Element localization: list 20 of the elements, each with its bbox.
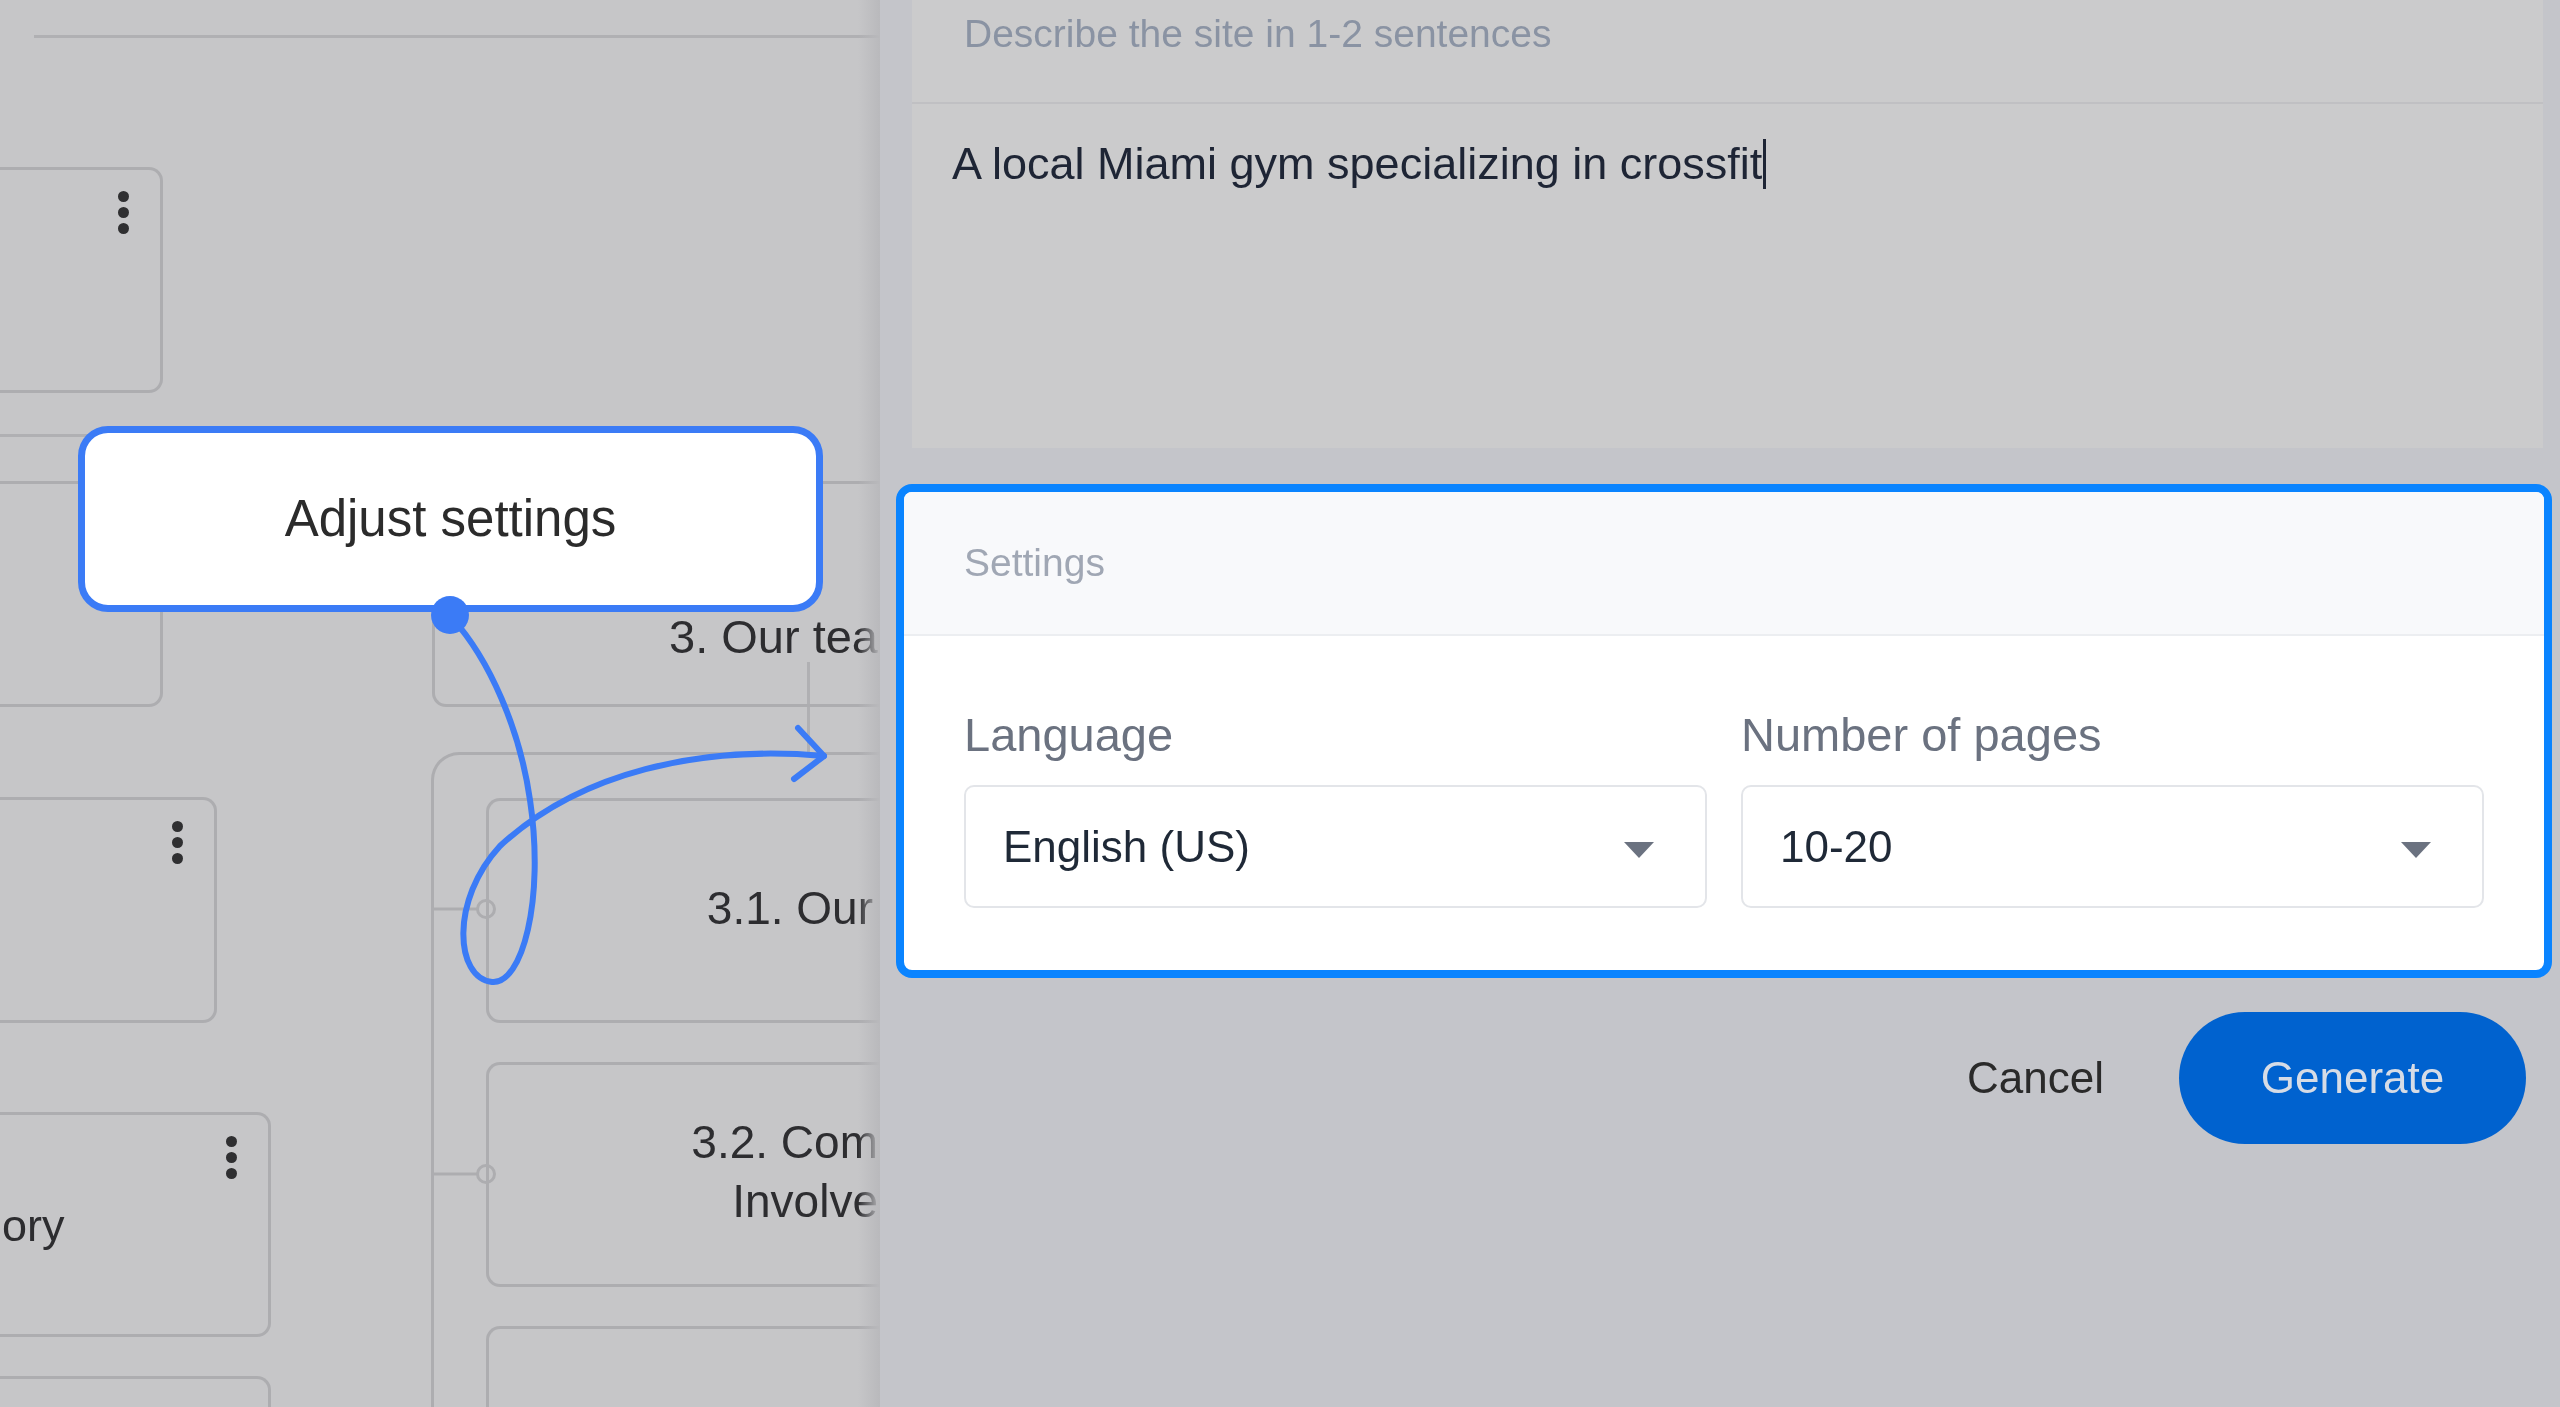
field-label: Language xyxy=(964,708,1175,762)
more-icon[interactable] xyxy=(172,821,183,864)
description-field[interactable]: A local Miami gym specializing in crossfit xyxy=(912,104,2543,448)
panel-title: Settings xyxy=(964,540,1105,586)
dropdown[interactable]: English (US) xyxy=(964,785,1707,908)
section-label: Describe the site in 1-2 sentences xyxy=(964,12,1552,55)
page-title: ory xyxy=(2,1203,65,1248)
dropdown[interactable]: 10-20 xyxy=(1741,785,2484,908)
callout: Adjust settings xyxy=(78,426,823,612)
dot-icon xyxy=(431,596,469,634)
caret-down-icon xyxy=(2401,841,2431,858)
page-title: 3. Our tea xyxy=(669,613,878,660)
page-title: 3.1. Our xyxy=(706,885,873,931)
field-label: Number of pages xyxy=(1741,708,2103,762)
more-icon[interactable] xyxy=(118,191,129,234)
generate-button[interactable]: Generate xyxy=(2179,1012,2526,1144)
more-icon[interactable] xyxy=(226,1136,237,1179)
caret-down-icon xyxy=(1624,841,1654,858)
page-title: 3.2. Com Involve xyxy=(690,1115,878,1229)
cancel-button[interactable]: Cancel xyxy=(1931,1012,2140,1144)
